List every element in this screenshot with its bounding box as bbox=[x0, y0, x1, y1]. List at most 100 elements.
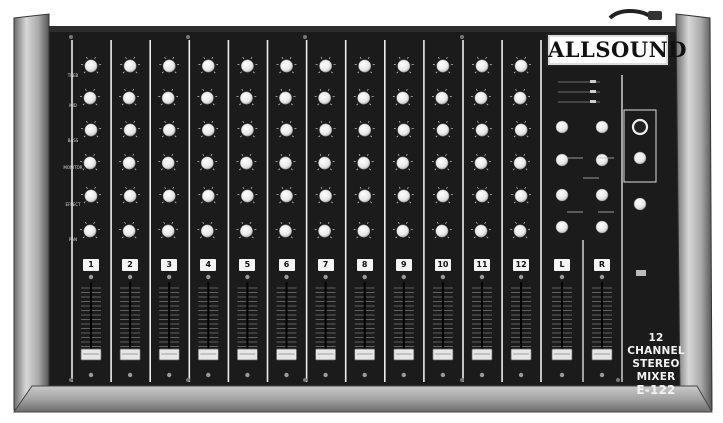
fader-cap bbox=[158, 348, 180, 361]
knob bbox=[122, 156, 136, 170]
knob bbox=[123, 189, 137, 203]
fader-screw bbox=[362, 274, 367, 280]
channel-number-label: 4 bbox=[200, 259, 217, 271]
fader-cap bbox=[510, 348, 532, 361]
fader-screw bbox=[401, 274, 406, 280]
fader-screw bbox=[362, 372, 367, 378]
knob bbox=[318, 224, 332, 238]
fader-screw bbox=[245, 372, 250, 378]
panel-screw bbox=[303, 378, 307, 382]
fader-screw bbox=[167, 274, 172, 280]
power-switch bbox=[636, 270, 646, 276]
channel-number-label: 3 bbox=[161, 259, 178, 271]
fader-cap bbox=[471, 348, 493, 361]
model-line-1: 12 CHANNEL bbox=[627, 332, 685, 357]
fader-cap bbox=[354, 348, 376, 361]
channel-number-label: 11 bbox=[474, 259, 490, 271]
row-label: EFFECT bbox=[65, 202, 81, 207]
master-channel-label: L bbox=[554, 259, 570, 271]
knob bbox=[201, 189, 215, 203]
fader-screw bbox=[518, 372, 524, 378]
fader-screw bbox=[479, 274, 485, 280]
panel-top-edge bbox=[38, 26, 689, 32]
fader-screw bbox=[559, 372, 565, 378]
master-knob bbox=[595, 153, 609, 167]
knob bbox=[319, 189, 333, 203]
knob bbox=[435, 156, 449, 170]
panel-screw bbox=[303, 35, 307, 39]
knob bbox=[161, 91, 175, 105]
knob bbox=[279, 156, 292, 170]
channel-number-label: 10 bbox=[434, 259, 451, 271]
fader-screw bbox=[559, 274, 565, 280]
knob bbox=[240, 123, 254, 137]
fader-cap bbox=[237, 348, 258, 361]
headphone-jack bbox=[631, 118, 649, 136]
meter-led bbox=[590, 100, 596, 103]
fader-cap bbox=[315, 348, 336, 361]
knob bbox=[239, 91, 253, 105]
knob bbox=[358, 123, 372, 137]
knob bbox=[280, 59, 293, 73]
channel-number-label: 12 bbox=[513, 259, 530, 271]
fader-screw bbox=[440, 372, 446, 378]
fader-screw bbox=[88, 274, 94, 280]
knob bbox=[319, 123, 333, 137]
knob bbox=[436, 189, 450, 203]
fader-screw bbox=[206, 274, 211, 280]
knob bbox=[475, 123, 489, 137]
master-knob bbox=[595, 188, 609, 202]
channel-number-label: 6 bbox=[278, 259, 295, 271]
knob bbox=[435, 224, 449, 238]
knob bbox=[513, 91, 527, 105]
knob bbox=[200, 224, 214, 238]
knob bbox=[122, 224, 136, 238]
knob bbox=[84, 59, 98, 73]
row-label: BASS bbox=[67, 138, 79, 143]
panel-screw bbox=[460, 378, 464, 382]
knob bbox=[200, 156, 214, 170]
meter-led bbox=[590, 80, 596, 83]
master-knob bbox=[555, 188, 569, 202]
knob bbox=[514, 189, 528, 203]
knob bbox=[123, 59, 137, 73]
knob bbox=[279, 224, 292, 238]
fader-screw bbox=[88, 372, 94, 378]
knob bbox=[514, 123, 528, 137]
knob bbox=[358, 189, 372, 203]
knob bbox=[318, 91, 332, 105]
fader-cap bbox=[276, 348, 297, 361]
fader-screw bbox=[127, 274, 133, 280]
knob bbox=[240, 189, 254, 203]
fader-screw bbox=[599, 372, 605, 378]
knob bbox=[397, 59, 411, 73]
row-label: MONITOR bbox=[63, 165, 83, 170]
panel-screw bbox=[616, 378, 620, 382]
knob bbox=[201, 59, 215, 73]
knob bbox=[279, 91, 292, 105]
knob bbox=[162, 123, 176, 137]
master-volume-knob bbox=[633, 197, 647, 211]
knob bbox=[513, 224, 527, 238]
knob bbox=[474, 91, 488, 105]
knob bbox=[239, 156, 253, 170]
knob bbox=[162, 189, 176, 203]
channel-number-label: 9 bbox=[395, 259, 412, 271]
knob bbox=[280, 123, 293, 137]
fader-cap bbox=[393, 348, 415, 361]
left-side-rail bbox=[13, 13, 50, 411]
fader-screw bbox=[323, 372, 328, 378]
knob bbox=[319, 59, 333, 73]
fader-screw bbox=[206, 372, 211, 378]
fader-cap bbox=[432, 348, 454, 361]
fader-screw bbox=[245, 274, 250, 280]
knob bbox=[435, 91, 449, 105]
channel-number-label: 8 bbox=[356, 259, 373, 271]
knob bbox=[396, 156, 410, 170]
fader-cap bbox=[197, 348, 219, 361]
fader-screw bbox=[479, 372, 485, 378]
knob bbox=[436, 123, 450, 137]
fader-screw bbox=[401, 372, 406, 378]
fader-screw bbox=[599, 274, 605, 280]
panel-screw bbox=[69, 35, 73, 39]
